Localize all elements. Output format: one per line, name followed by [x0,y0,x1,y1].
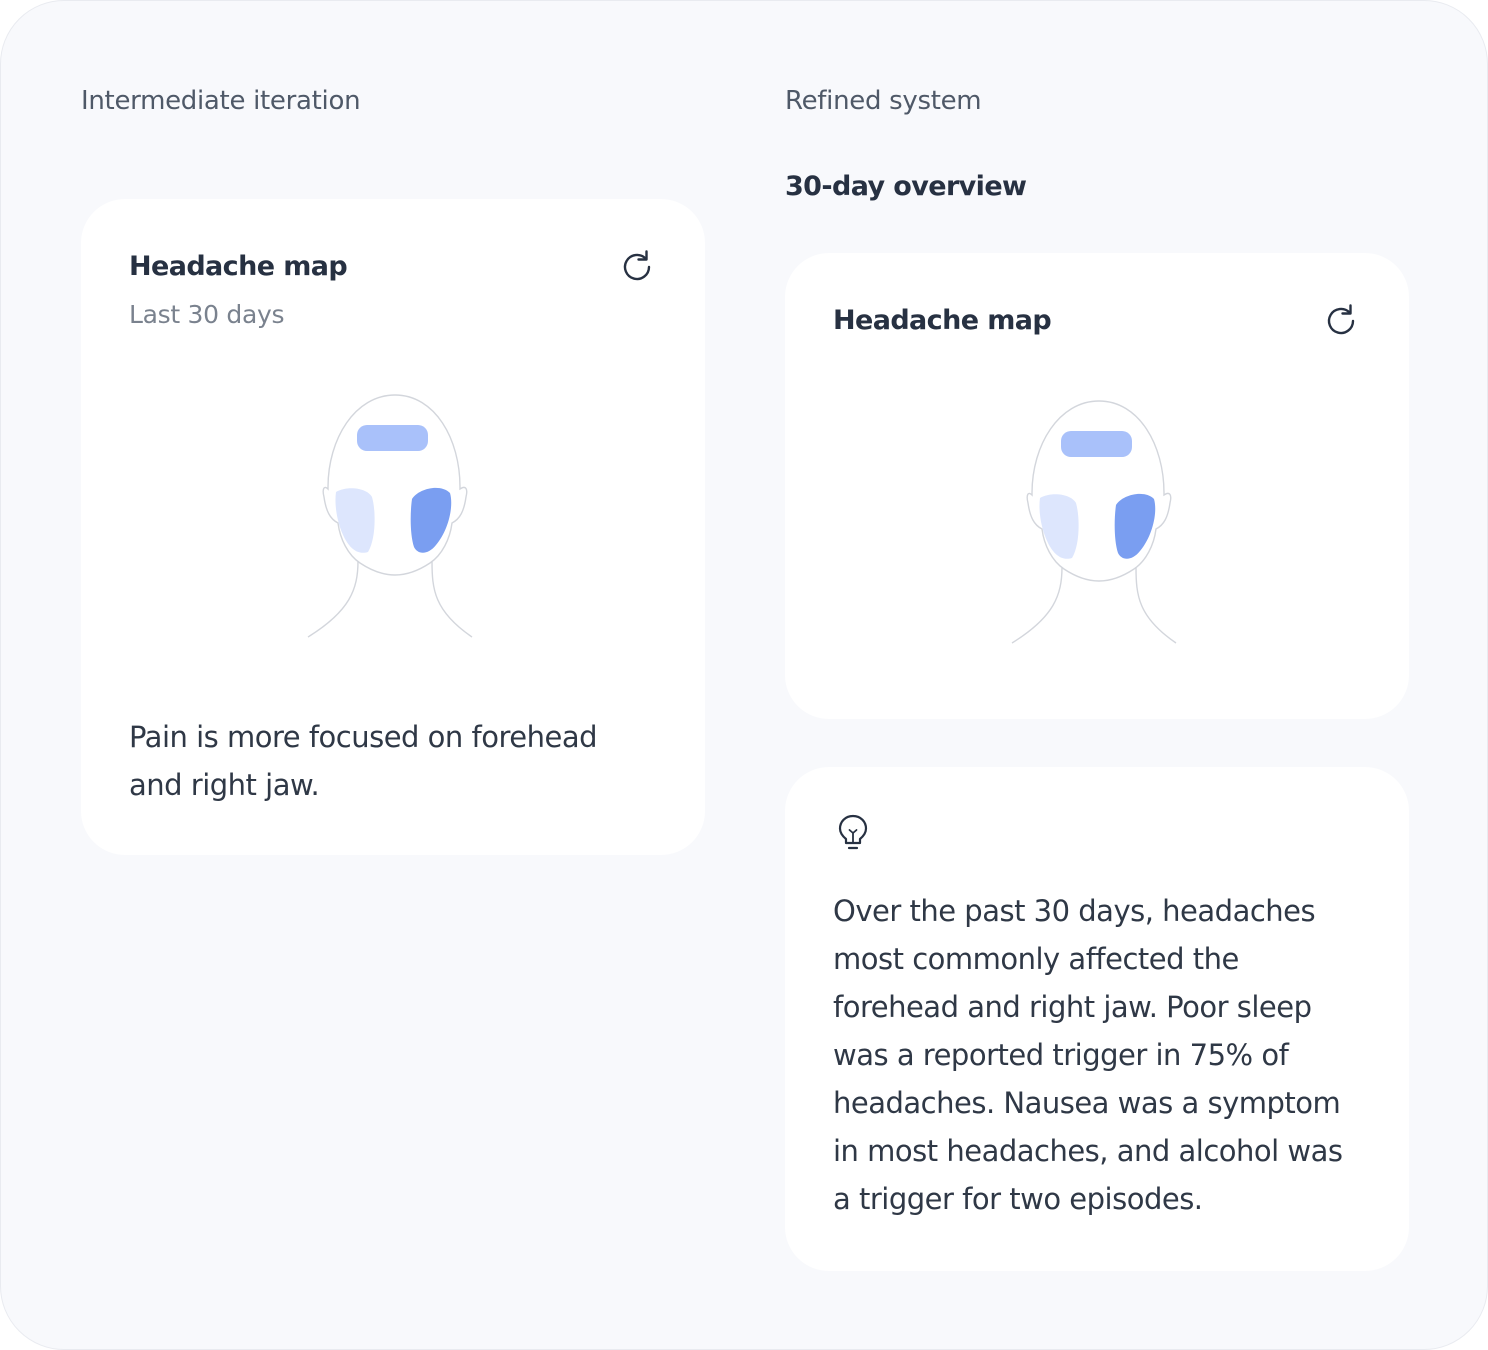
map-summary-text: Pain is more focused on forehead and rig… [129,720,598,802]
pain-area-forehead [1061,431,1132,457]
section-label-refined: Refined system [785,86,982,116]
lightbulb-icon [838,814,868,850]
card-subtitle: Last 30 days [129,300,285,329]
head-diagram [307,394,473,638]
overview-heading: 30-day overview [785,171,1027,202]
pain-area-left-jaw [1039,494,1079,559]
pain-area-left-jaw [335,488,375,553]
refresh-icon[interactable] [1322,302,1360,340]
card-title: Headache map [833,305,1052,336]
section-label-intermediate: Intermediate iteration [81,86,361,116]
headache-map-card-intermediate: Headache map Last 30 days Pain is more f… [81,199,705,855]
insight-card: Over the past 30 days, headaches most co… [785,767,1409,1271]
head-diagram [1011,400,1177,644]
insight-text: Over the past 30 days, headaches most co… [833,894,1343,1216]
pain-area-forehead [357,425,428,451]
card-title: Headache map [129,251,348,282]
canvas: Intermediate iteration Headache map Last… [0,0,1488,1350]
headache-map-card-refined: Headache map [785,253,1409,719]
refresh-icon[interactable] [618,248,656,286]
